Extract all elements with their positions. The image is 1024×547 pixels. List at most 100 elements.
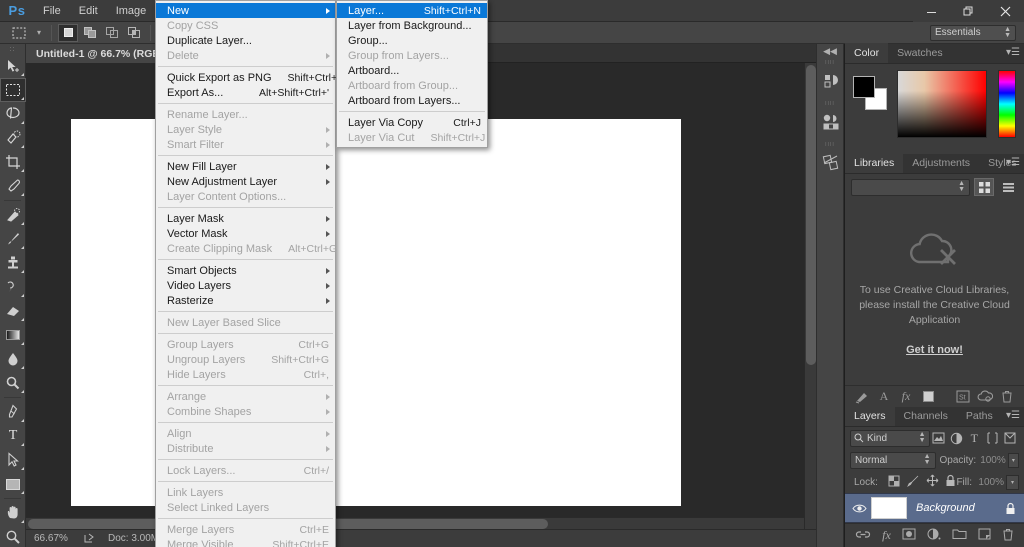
color-field[interactable] bbox=[897, 70, 987, 138]
layer-menu-item-new[interactable]: New bbox=[156, 3, 335, 18]
layer-filter-kind-select[interactable]: Kind ▲ ▼ bbox=[850, 429, 930, 447]
brush-presets-panel-icon[interactable] bbox=[817, 148, 845, 178]
new-submenu-item-layer[interactable]: Layer... Shift+Ctrl+N bbox=[337, 3, 487, 18]
workspace-selector[interactable]: Essentials ▲ ▼ bbox=[930, 25, 1016, 41]
hue-strip[interactable] bbox=[998, 70, 1016, 138]
blend-mode-select[interactable]: Normal ▲ ▼ bbox=[850, 451, 936, 469]
layer-menu-item-duplicate-layer[interactable]: Duplicate Layer... bbox=[156, 33, 335, 48]
new-submenu-item-artboard-from-layers[interactable]: Artboard from Layers... bbox=[337, 93, 487, 108]
filter-smart-object-icon[interactable] bbox=[1001, 429, 1019, 447]
clone-stamp-tool[interactable] bbox=[0, 251, 26, 275]
layer-menu-item-export-as[interactable]: Export As... Alt+Shift+Ctrl+' bbox=[156, 85, 335, 100]
close-button[interactable] bbox=[987, 0, 1024, 22]
history-brush-tool[interactable] bbox=[0, 275, 26, 299]
list-view-button[interactable] bbox=[998, 178, 1018, 196]
layer-style-icon[interactable]: fx bbox=[882, 528, 891, 543]
canvas-horizontal-scrollbar[interactable] bbox=[26, 517, 804, 529]
status-zoom-level[interactable]: 66.67% bbox=[26, 533, 80, 544]
crop-tool[interactable] bbox=[0, 150, 26, 174]
menu-image[interactable]: Image bbox=[107, 0, 156, 22]
layer-menu-item-video-layers[interactable]: Video Layers bbox=[156, 278, 335, 293]
pen-tool[interactable] bbox=[0, 400, 26, 424]
panel-grip[interactable]: ∷∷ bbox=[817, 140, 843, 148]
get-it-now-link[interactable]: Get it now! bbox=[906, 344, 963, 356]
filter-pixel-icon[interactable] bbox=[930, 429, 948, 447]
tool-preset-chevron-down-icon[interactable]: ▾ bbox=[32, 23, 46, 43]
scrollbar-thumb[interactable] bbox=[806, 65, 816, 365]
opacity-value[interactable]: 100% bbox=[980, 453, 1008, 468]
intersect-selection-button[interactable] bbox=[124, 24, 144, 42]
status-popup-icon[interactable] bbox=[80, 533, 98, 544]
delete-icon[interactable] bbox=[996, 387, 1018, 407]
lock-image-pixels-icon[interactable] bbox=[906, 475, 920, 490]
eyedropper-tool[interactable] bbox=[0, 174, 26, 198]
grid-view-button[interactable] bbox=[974, 178, 994, 196]
layer-menu-item-new-fill-layer[interactable]: New Fill Layer bbox=[156, 159, 335, 174]
type-tool[interactable]: T bbox=[0, 424, 26, 448]
add-text-style-icon[interactable]: A bbox=[873, 387, 895, 407]
canvas-vertical-scrollbar[interactable] bbox=[804, 63, 816, 529]
link-layers-icon[interactable] bbox=[855, 529, 871, 543]
restore-button[interactable] bbox=[950, 0, 987, 22]
layer-menu-item-smart-objects[interactable]: Smart Objects bbox=[156, 263, 335, 278]
layer-menu-item-new-adjustment-layer[interactable]: New Adjustment Layer bbox=[156, 174, 335, 189]
filter-type-icon[interactable]: T bbox=[965, 429, 983, 447]
properties-panel-icon[interactable] bbox=[817, 107, 845, 137]
layer-visibility-eye-icon[interactable] bbox=[849, 503, 869, 514]
new-submenu-item-artboard[interactable]: Artboard... bbox=[337, 63, 487, 78]
path-selection-tool[interactable] bbox=[0, 448, 26, 472]
fill-value[interactable]: 100% bbox=[976, 475, 1006, 490]
new-layer-icon[interactable] bbox=[978, 528, 991, 543]
rectangle-tool[interactable] bbox=[0, 472, 26, 496]
toolbar-grip[interactable]: :: bbox=[0, 44, 25, 54]
new-submenu-item-layer-via-copy[interactable]: Layer Via Copy Ctrl+J bbox=[337, 115, 487, 130]
layer-thumbnail[interactable] bbox=[871, 497, 907, 519]
eraser-tool[interactable] bbox=[0, 299, 26, 323]
new-submenu-dropdown[interactable]: Layer... Shift+Ctrl+N Layer from Backgroun… bbox=[336, 0, 488, 148]
lasso-tool[interactable] bbox=[0, 102, 26, 126]
layer-mask-icon[interactable] bbox=[902, 528, 916, 543]
menu-edit[interactable]: Edit bbox=[70, 0, 107, 22]
hand-tool[interactable] bbox=[0, 501, 26, 525]
brush-tool[interactable] bbox=[0, 227, 26, 251]
move-tool[interactable] bbox=[0, 54, 26, 78]
filter-adjustment-icon[interactable] bbox=[947, 429, 965, 447]
new-selection-button[interactable] bbox=[58, 23, 78, 42]
delete-layer-icon[interactable] bbox=[1002, 528, 1014, 544]
fill-stepper[interactable]: ▾ bbox=[1006, 474, 1019, 490]
panel-grip[interactable]: ∷∷ bbox=[817, 99, 843, 107]
tab-swatches[interactable]: Swatches bbox=[888, 43, 952, 63]
new-group-icon[interactable] bbox=[952, 528, 967, 543]
minimize-button[interactable] bbox=[913, 0, 950, 22]
panel-menu-icon[interactable]: ▾☰ bbox=[1006, 48, 1020, 58]
new-submenu-item-group[interactable]: Group... bbox=[337, 33, 487, 48]
current-tool-icon[interactable] bbox=[6, 23, 32, 43]
lock-position-icon[interactable] bbox=[926, 474, 939, 490]
opacity-stepper[interactable]: ▾ bbox=[1007, 452, 1019, 468]
tab-adjustments[interactable]: Adjustments bbox=[903, 153, 979, 173]
layer-menu-item-layer-mask[interactable]: Layer Mask bbox=[156, 211, 335, 226]
filter-shape-icon[interactable] bbox=[983, 429, 1001, 447]
tab-libraries[interactable]: Libraries bbox=[845, 153, 904, 173]
panel-menu-icon[interactable]: ▾☰ bbox=[1006, 411, 1020, 421]
layer-menu-item-rasterize[interactable]: Rasterize bbox=[156, 293, 335, 308]
tab-channels[interactable]: Channels bbox=[895, 406, 957, 426]
new-fill-adjustment-icon[interactable] bbox=[927, 528, 941, 543]
library-selector[interactable]: ▲ ▼ bbox=[851, 178, 970, 196]
tab-layers[interactable]: Layers bbox=[845, 406, 895, 426]
history-panel-icon[interactable] bbox=[817, 66, 845, 96]
add-layer-style-icon[interactable]: fx bbox=[895, 387, 917, 407]
quick-selection-tool[interactable] bbox=[0, 126, 26, 150]
sync-settings-icon[interactable] bbox=[974, 387, 996, 407]
panel-grip[interactable]: ∷∷ bbox=[817, 58, 843, 66]
subtract-from-selection-button[interactable] bbox=[102, 24, 122, 42]
layer-row-background[interactable]: Background bbox=[845, 493, 1024, 523]
rectangular-marquee-tool[interactable] bbox=[0, 78, 26, 102]
layer-name-label[interactable]: Background bbox=[916, 502, 1000, 514]
gradient-tool[interactable] bbox=[0, 323, 26, 347]
add-graphic-icon[interactable] bbox=[851, 387, 873, 407]
new-submenu-item-layer-from-background[interactable]: Layer from Background... bbox=[337, 18, 487, 33]
layer-menu-item-quick-export-as-png[interactable]: Quick Export as PNG Shift+Ctrl+' bbox=[156, 70, 339, 85]
layer-menu-dropdown[interactable]: New Copy CSS Duplicate Layer... Delete Quick… bbox=[155, 0, 339, 547]
layer-menu-item-vector-mask[interactable]: Vector Mask bbox=[156, 226, 335, 241]
